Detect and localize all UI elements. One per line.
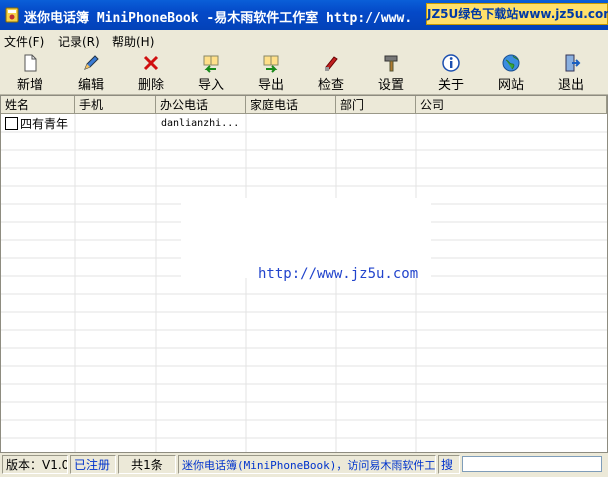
export-button[interactable]: 导出 bbox=[243, 52, 299, 93]
export-icon bbox=[263, 55, 279, 73]
about-button[interactable]: 关于 bbox=[423, 52, 479, 93]
settings-button[interactable]: 设置 bbox=[363, 52, 419, 93]
import-button[interactable]: 导入 bbox=[183, 52, 239, 93]
new-button[interactable]: 新增 bbox=[2, 52, 58, 93]
status-bar: 版本：V1.0 已注册 共1条 迷你电话簿(MiniPhoneBook)，访问易… bbox=[0, 453, 608, 477]
watermark-url: http://www.jz5u.com bbox=[258, 266, 419, 282]
hammer-icon bbox=[384, 55, 398, 72]
title-bar: 迷你电话簿 MiniPhoneBook -易木雨软件工作室 http://www… bbox=[0, 0, 608, 30]
search-button[interactable]: 搜 bbox=[438, 455, 460, 474]
row-checkbox[interactable] bbox=[5, 117, 18, 130]
globe-icon bbox=[502, 54, 520, 72]
check-tool-icon bbox=[325, 56, 338, 71]
column-header-company[interactable]: 公司 bbox=[416, 96, 607, 114]
table-row-office-phone[interactable]: danlianzhi... bbox=[161, 116, 239, 132]
pen-icon bbox=[84, 55, 99, 70]
exit-door-icon bbox=[565, 54, 581, 72]
status-count: 共1条 bbox=[118, 455, 176, 474]
table-row-name[interactable]: 四有青年 bbox=[20, 116, 68, 132]
status-marquee: 迷你电话簿(MiniPhoneBook)，访问易木雨软件工 bbox=[178, 455, 436, 474]
new-document-icon bbox=[24, 54, 37, 72]
column-header-name[interactable]: 姓名 bbox=[1, 96, 75, 114]
menu-bar: 文件(F) 记录(R) 帮助(H) bbox=[0, 30, 608, 50]
column-header-mobile[interactable]: 手机 bbox=[75, 96, 156, 114]
menu-help[interactable]: 帮助(H) bbox=[112, 33, 154, 50]
column-header-office-phone[interactable]: 办公电话 bbox=[156, 96, 246, 114]
edit-button[interactable]: 编辑 bbox=[63, 52, 119, 93]
website-button[interactable]: 网站 bbox=[483, 52, 539, 93]
column-header-home-phone[interactable]: 家庭电话 bbox=[246, 96, 336, 114]
exit-button[interactable]: 退出 bbox=[543, 52, 599, 93]
contacts-grid[interactable]: 姓名 手机 办公电话 家庭电话 部门 公司 四有青年 danlianzhi...… bbox=[0, 95, 608, 453]
import-icon bbox=[203, 55, 219, 73]
delete-button[interactable]: 删除 bbox=[123, 52, 179, 93]
check-button[interactable]: 检查 bbox=[303, 52, 359, 93]
info-icon bbox=[442, 54, 460, 72]
status-version: 版本：V1.0 bbox=[2, 455, 68, 474]
phonebook-app-icon bbox=[5, 7, 19, 23]
search-input[interactable] bbox=[462, 456, 602, 472]
menu-file[interactable]: 文件(F) bbox=[4, 33, 44, 50]
window-title: 迷你电话簿 MiniPhoneBook -易木雨软件工作室 http://www… bbox=[24, 11, 413, 26]
status-registered: 已注册 bbox=[70, 455, 116, 474]
column-header-department[interactable]: 部门 bbox=[336, 96, 416, 114]
delete-x-icon bbox=[143, 55, 159, 71]
toolbar: 新增 编辑 删除 导入 导出 检查 设置 关于 网站 退出 bbox=[0, 50, 608, 95]
menu-record[interactable]: 记录(R) bbox=[58, 33, 100, 50]
brand-badge: JZ5U绿色下载站www.jz5u.com bbox=[426, 3, 608, 25]
